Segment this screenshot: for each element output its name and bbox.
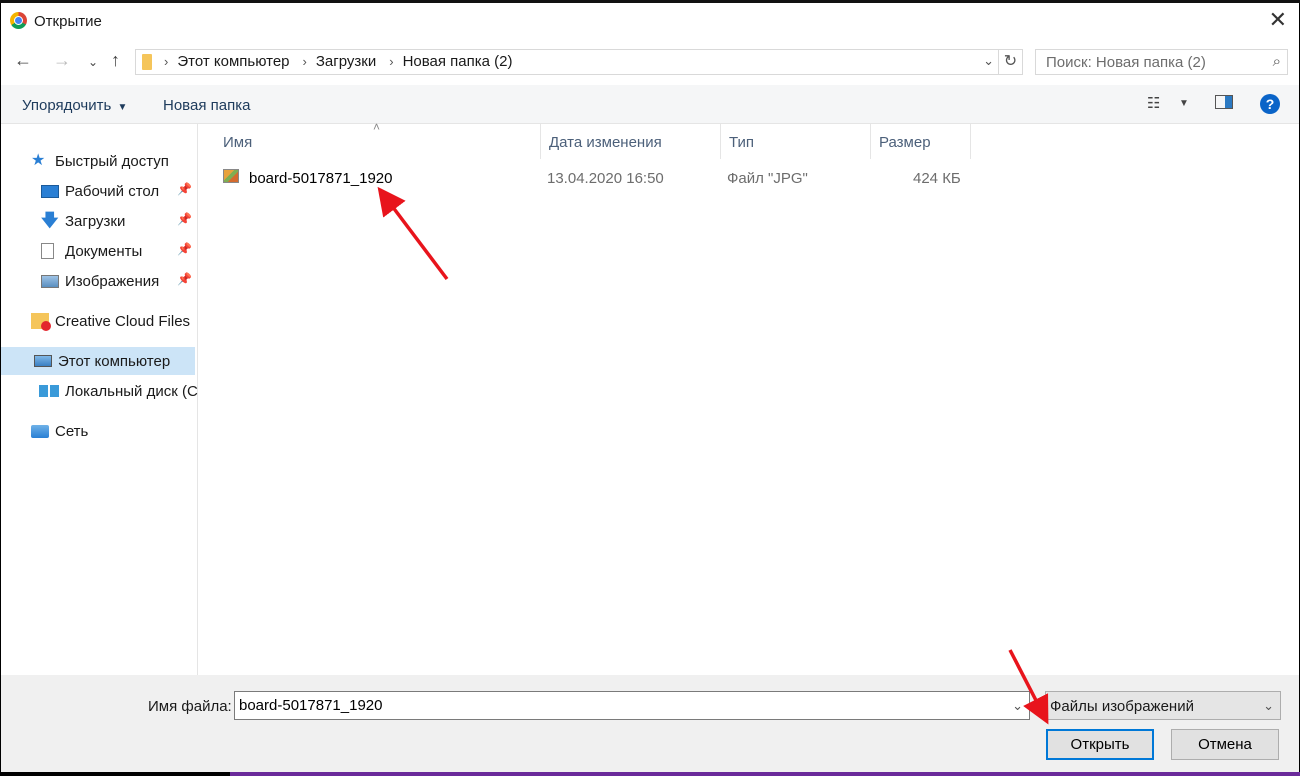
- sidebar-item-creative-cloud[interactable]: Creative Cloud Files: [31, 307, 226, 335]
- up-arrow-icon[interactable]: ↑: [111, 50, 120, 71]
- jpg-file-icon: [223, 169, 239, 183]
- star-icon: ★: [31, 152, 46, 169]
- pin-icon[interactable]: 📌: [177, 272, 192, 286]
- search-input[interactable]: [1036, 50, 1256, 74]
- file-size: 424 КБ: [913, 170, 961, 187]
- folder-icon: [142, 54, 152, 70]
- sidebar-item-label: Быстрый доступ: [55, 152, 169, 170]
- file-name: board-5017871_1920: [249, 170, 393, 187]
- cancel-button[interactable]: Отмена: [1171, 729, 1279, 760]
- help-icon[interactable]: ?: [1260, 94, 1280, 114]
- sidebar-item-quick-access[interactable]: ★ Быстрый доступ: [31, 147, 226, 175]
- search-box[interactable]: ⌕: [1035, 49, 1288, 75]
- chevron-down-icon[interactable]: ⌄: [983, 53, 994, 69]
- file-date: 13.04.2020 16:50: [547, 170, 664, 187]
- sidebar-item-label: Сеть: [55, 422, 89, 440]
- background-strip-bottom: [230, 772, 1300, 776]
- chevron-right-icon: ›: [389, 54, 394, 69]
- dialog-footer: Имя файла: ⌄ Файлы изображений ⌄ Открыть…: [1, 675, 1299, 772]
- view-options-icon[interactable]: ☷: [1147, 94, 1160, 112]
- breadcrumb-this-pc[interactable]: Этот компьютер: [177, 53, 289, 70]
- breadcrumb-downloads[interactable]: Загрузки: [316, 53, 376, 70]
- pictures-icon: [41, 274, 59, 288]
- drive-icon: [39, 385, 59, 397]
- column-header-name[interactable]: Имя: [215, 124, 541, 159]
- sidebar-item-label: Этот компьютер: [58, 352, 171, 370]
- sidebar-item-label: Загрузки: [65, 212, 126, 230]
- navigation-bar: ← → ⌄ ↑ › Этот компьютер › Загрузки › Но…: [1, 40, 1299, 82]
- file-row[interactable]: board-5017871_1920 13.04.2020 16:50 Файл…: [219, 166, 989, 190]
- title-bar: Открытие ✕: [1, 3, 1299, 40]
- breadcrumb-new-folder[interactable]: Новая папка (2): [403, 53, 513, 70]
- creative-cloud-icon: [31, 313, 51, 331]
- filetype-select[interactable]: Файлы изображений ⌄: [1045, 691, 1281, 720]
- open-file-dialog: Открытие ✕ ← → ⌄ ↑ › Этот компьютер › За…: [1, 3, 1299, 772]
- forward-arrow-icon[interactable]: →: [53, 50, 71, 71]
- breadcrumb: › Этот компьютер › Загрузки › Новая папк…: [164, 53, 526, 70]
- preview-pane-icon[interactable]: [1215, 95, 1233, 109]
- filename-combobox[interactable]: ⌄: [234, 691, 1030, 720]
- address-bar[interactable]: › Этот компьютер › Загрузки › Новая папк…: [135, 49, 1023, 75]
- column-header-type[interactable]: Тип: [721, 124, 871, 159]
- sidebar-item-this-pc[interactable]: Этот компьютер: [1, 347, 195, 375]
- sidebar-item-label: Рабочий стол: [65, 182, 160, 200]
- new-folder-button[interactable]: Новая папка: [163, 97, 250, 114]
- chevron-down-icon: ⌄: [1263, 698, 1274, 713]
- view-caret-down-icon[interactable]: ▼: [1179, 98, 1189, 109]
- chevron-right-icon: ›: [164, 54, 169, 69]
- sidebar-item-label: Creative Cloud Files: [55, 312, 191, 330]
- computer-icon: [34, 355, 52, 367]
- documents-icon: [41, 243, 54, 259]
- chrome-icon: [10, 12, 27, 29]
- command-toolbar: Упорядочить ▼ Новая папка ☷ ▼ ?: [1, 85, 1299, 124]
- dialog-title: Открытие: [34, 13, 102, 30]
- back-arrow-icon[interactable]: ←: [14, 50, 32, 71]
- file-list-pane: ˄ Имя Дата изменения Тип Размер board-50…: [199, 120, 1299, 675]
- download-icon: 🡇: [41, 211, 59, 230]
- pin-icon[interactable]: 📌: [177, 182, 192, 196]
- organize-label: Упорядочить: [22, 97, 112, 114]
- sidebar-item-label: Изображения: [65, 272, 160, 290]
- search-icon: ⌕: [1272, 53, 1281, 70]
- filename-label: Имя файла:: [148, 698, 232, 715]
- pin-icon[interactable]: 📌: [177, 212, 192, 226]
- preview-pane-fill: [1225, 96, 1232, 108]
- desktop-icon: [41, 184, 59, 198]
- file-type: Файл "JPG": [727, 170, 808, 187]
- organize-button[interactable]: Упорядочить ▼: [22, 97, 127, 114]
- filetype-value: Файлы изображений: [1050, 698, 1194, 715]
- caret-down-icon: ▼: [117, 102, 128, 113]
- pin-icon[interactable]: 📌: [177, 242, 192, 256]
- creative-cloud-badge: [41, 321, 51, 331]
- refresh-icon[interactable]: ↻: [998, 49, 1022, 75]
- navigation-pane: ★ Быстрый доступ Рабочий стол 📌 🡇 Загруз…: [1, 124, 198, 675]
- recent-chevron-down-icon[interactable]: ⌄: [88, 55, 98, 69]
- close-icon[interactable]: ✕: [1269, 9, 1287, 31]
- sidebar-item-label: Локальный диск (C: [65, 382, 198, 400]
- chevron-right-icon: ›: [302, 54, 307, 69]
- open-button[interactable]: Открыть: [1046, 729, 1154, 760]
- sidebar-item-label: Документы: [65, 242, 143, 260]
- network-icon: [31, 424, 49, 438]
- column-header-date[interactable]: Дата изменения: [541, 124, 721, 159]
- filename-input[interactable]: [235, 692, 995, 719]
- column-header-size[interactable]: Размер: [871, 124, 971, 159]
- sidebar-item-network[interactable]: Сеть: [31, 417, 226, 445]
- chevron-down-icon[interactable]: ⌄: [1012, 698, 1023, 714]
